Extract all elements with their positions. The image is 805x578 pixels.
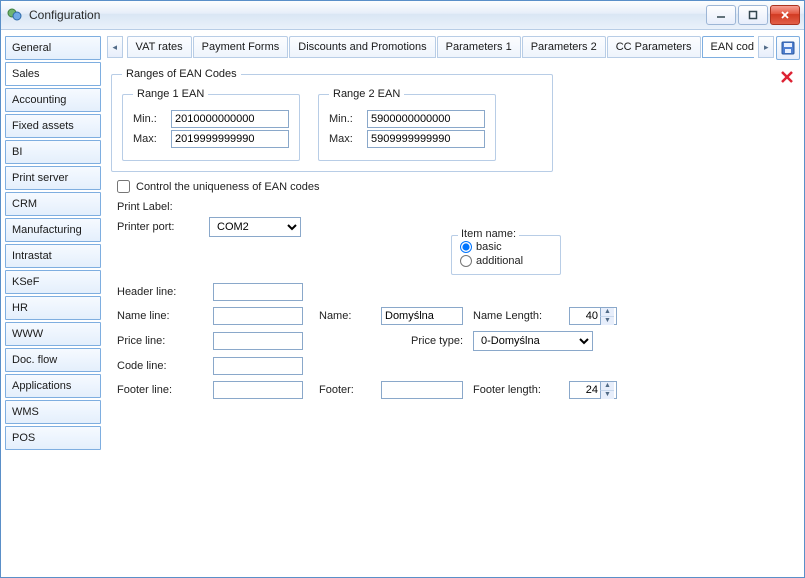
sidebar-item-pos[interactable]: POS xyxy=(5,426,101,450)
item-name-additional-option[interactable]: additional xyxy=(460,254,552,268)
item-name-additional-label: additional xyxy=(476,255,523,267)
name-length-down[interactable]: ▼ xyxy=(600,317,614,325)
range2-max-label: Max: xyxy=(329,133,363,145)
range1-title: Range 1 EAN xyxy=(133,88,208,100)
footer-input[interactable] xyxy=(381,381,463,399)
footer-line-label: Footer line: xyxy=(117,384,207,396)
tab-parameters-2[interactable]: Parameters 2 xyxy=(522,36,606,58)
item-name-basic-radio[interactable] xyxy=(460,241,472,253)
range1-min-label: Min.: xyxy=(133,113,167,125)
sidebar-item-crm[interactable]: CRM xyxy=(5,192,101,216)
name-line-input[interactable] xyxy=(213,307,303,325)
price-type-label: Price type: xyxy=(381,335,467,347)
tab-payment-forms[interactable]: Payment Forms xyxy=(193,36,289,58)
tab-vat-rates[interactable]: VAT rates xyxy=(127,36,192,58)
item-name-basic-option[interactable]: basic xyxy=(460,240,552,254)
tab-ean-codes[interactable]: EAN codes xyxy=(702,36,755,58)
printer-port-label: Printer port: xyxy=(117,221,201,233)
window-title: Configuration xyxy=(29,8,706,22)
minimize-button[interactable] xyxy=(706,5,736,25)
range1-group: Range 1 EAN Min.: Max: xyxy=(122,88,300,161)
code-line-input[interactable] xyxy=(213,357,303,375)
range2-min-input[interactable] xyxy=(367,110,485,128)
uniqueness-label: Control the uniqueness of EAN codes xyxy=(136,181,319,193)
price-line-label: Price line: xyxy=(117,335,207,347)
footer-length-down[interactable]: ▼ xyxy=(600,391,614,399)
price-line-input[interactable] xyxy=(213,332,303,350)
range1-max-input[interactable] xyxy=(171,130,289,148)
name-length-label: Name Length: xyxy=(473,310,563,322)
name-label: Name: xyxy=(319,310,375,322)
code-line-label: Code line: xyxy=(117,360,207,372)
sidebar-item-applications[interactable]: Applications xyxy=(5,374,101,398)
sidebar-item-print-server[interactable]: Print server xyxy=(5,166,101,190)
tab-discounts[interactable]: Discounts and Promotions xyxy=(289,36,435,58)
range1-max-label: Max: xyxy=(133,133,167,145)
sidebar-item-manufacturing[interactable]: Manufacturing xyxy=(5,218,101,242)
maximize-button[interactable] xyxy=(738,5,768,25)
sidebar-item-accounting[interactable]: Accounting xyxy=(5,88,101,112)
range1-min-input[interactable] xyxy=(171,110,289,128)
ranges-group: Ranges of EAN Codes Range 1 EAN Min.: Ma… xyxy=(111,68,553,172)
name-line-label: Name line: xyxy=(117,310,207,322)
print-label-section: Print Label: Printer port: COM2 Item nam… xyxy=(111,201,770,399)
price-type-select[interactable]: 0-Domyślna xyxy=(473,331,593,351)
item-name-basic-label: basic xyxy=(476,241,502,253)
header-line-input[interactable] xyxy=(213,283,303,301)
tabs-scroll-right[interactable]: ▸ xyxy=(758,36,774,58)
tab-content: Ranges of EAN Codes Range 1 EAN Min.: Ma… xyxy=(105,58,804,577)
titlebar: Configuration xyxy=(1,1,804,30)
save-button[interactable] xyxy=(776,36,800,60)
print-label-title: Print Label: xyxy=(117,201,770,213)
uniqueness-checkbox[interactable] xyxy=(117,180,130,193)
sidebar-item-www[interactable]: WWW xyxy=(5,322,101,346)
close-button[interactable] xyxy=(770,5,800,25)
footer-label: Footer: xyxy=(319,384,375,396)
range2-max-input[interactable] xyxy=(367,130,485,148)
sidebar-item-doc-flow[interactable]: Doc. flow xyxy=(5,348,101,372)
footer-length-spinner[interactable]: ▲▼ xyxy=(569,381,617,399)
sidebar-item-fixed-assets[interactable]: Fixed assets xyxy=(5,114,101,138)
item-name-legend: Item name: xyxy=(458,228,519,240)
item-name-additional-radio[interactable] xyxy=(460,255,472,267)
header-line-label: Header line: xyxy=(117,286,207,298)
name-length-up[interactable]: ▲ xyxy=(600,308,614,317)
tab-cc-parameters[interactable]: CC Parameters xyxy=(607,36,701,58)
sidebar-item-intrastat[interactable]: Intrastat xyxy=(5,244,101,268)
ranges-group-title: Ranges of EAN Codes xyxy=(122,68,241,80)
sidebar-item-sales[interactable]: Sales xyxy=(5,62,101,86)
range2-group: Range 2 EAN Min.: Max: xyxy=(318,88,496,161)
sidebar-item-wms[interactable]: WMS xyxy=(5,400,101,424)
footer-length-up[interactable]: ▲ xyxy=(600,382,614,391)
range2-title: Range 2 EAN xyxy=(329,88,404,100)
tab-parameters-1[interactable]: Parameters 1 xyxy=(437,36,521,58)
sidebar-item-general[interactable]: General xyxy=(5,36,101,60)
footer-length-input[interactable] xyxy=(570,382,600,398)
printer-port-select[interactable]: COM2 xyxy=(209,217,301,237)
name-input[interactable] xyxy=(381,307,463,325)
app-icon xyxy=(7,7,23,23)
cancel-button[interactable] xyxy=(776,66,798,88)
tabs-scroll-left[interactable]: ◂ xyxy=(107,36,123,58)
footer-length-label: Footer length: xyxy=(473,384,563,396)
sidebar-item-ksef[interactable]: KSeF xyxy=(5,270,101,294)
name-length-input[interactable] xyxy=(570,308,600,324)
sidebar-item-bi[interactable]: BI xyxy=(5,140,101,164)
name-length-spinner[interactable]: ▲▼ xyxy=(569,307,617,325)
range2-min-label: Min.: xyxy=(329,113,363,125)
footer-line-input[interactable] xyxy=(213,381,303,399)
tabs-row: ◂ VAT rates Payment Forms Discounts and … xyxy=(105,36,804,58)
sidebar: General Sales Accounting Fixed assets BI… xyxy=(1,30,105,577)
item-name-group: Item name: basic additional xyxy=(451,235,561,275)
sidebar-item-hr[interactable]: HR xyxy=(5,296,101,320)
main-panel: ◂ VAT rates Payment Forms Discounts and … xyxy=(105,30,804,577)
